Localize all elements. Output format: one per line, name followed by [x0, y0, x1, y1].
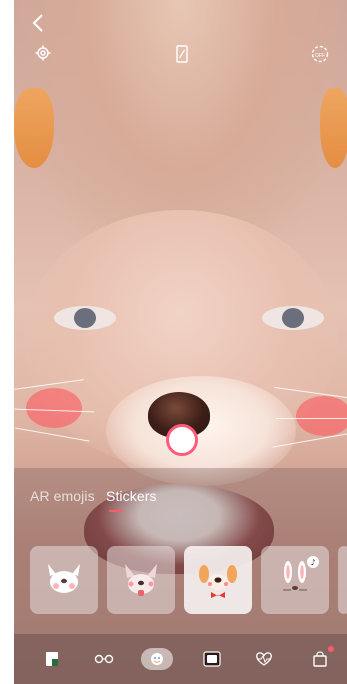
heart-line-button[interactable]	[252, 648, 276, 670]
sticker-book-icon	[46, 652, 58, 666]
face-filter-button[interactable]	[141, 648, 173, 670]
sticker-fox[interactable]	[107, 546, 175, 614]
tab-ar-emojis[interactable]: AR emojis	[30, 488, 95, 504]
shutter-button[interactable]	[166, 424, 198, 456]
back-button[interactable]	[28, 12, 48, 34]
store-button[interactable]	[308, 646, 334, 670]
sticker-puppy[interactable]	[184, 546, 252, 614]
aspect-ratio-button[interactable]	[174, 44, 190, 64]
mask-button[interactable]	[92, 648, 116, 670]
bottom-bar	[14, 634, 347, 684]
timer-off-label: OFF	[315, 53, 325, 59]
bunny-sticker-icon: ♪	[283, 556, 319, 591]
gear-icon	[35, 45, 51, 61]
timer-button[interactable]: OFF	[310, 44, 330, 64]
sticker-white-cat[interactable]	[30, 546, 98, 614]
puppy-sticker-icon	[199, 565, 237, 598]
sticker-bunny[interactable]: ♪	[261, 546, 329, 614]
photo-eye-left	[54, 306, 116, 330]
timer-off-icon: OFF	[311, 45, 329, 63]
heart-line-icon	[256, 652, 272, 666]
store-badge-dot	[328, 646, 334, 652]
top-toolbar: OFF	[14, 0, 347, 80]
chevron-left-icon	[32, 14, 43, 32]
phone-ratio-icon	[176, 45, 188, 63]
tab-stickers[interactable]: Stickers	[106, 488, 157, 504]
filter-cheek-left	[26, 388, 82, 428]
mode-tabs: AR emojis Stickers	[14, 468, 347, 520]
white-cat-sticker-icon	[48, 564, 80, 593]
camera-screen: OFF AR emojis Stickers ♪	[14, 0, 347, 684]
svg-text:♪: ♪	[310, 558, 315, 567]
sticker-book-button[interactable]	[40, 648, 64, 670]
photo-eye-right	[262, 306, 324, 330]
settings-button[interactable]	[34, 44, 52, 62]
shopping-bag-icon	[313, 651, 327, 667]
face-filter-icon	[151, 653, 163, 665]
filter-cheek-right	[296, 396, 347, 436]
sticker-list: ♪	[14, 546, 347, 618]
frame-icon	[203, 651, 221, 667]
fox-sticker-icon	[125, 564, 157, 596]
whisker	[276, 418, 347, 419]
frame-button[interactable]	[200, 648, 224, 670]
sticker-partial[interactable]	[338, 546, 347, 614]
tab-selected-indicator	[109, 510, 123, 512]
filter-ear-right	[320, 88, 347, 168]
filter-ear-left	[14, 88, 54, 168]
mask-icon	[94, 654, 114, 664]
